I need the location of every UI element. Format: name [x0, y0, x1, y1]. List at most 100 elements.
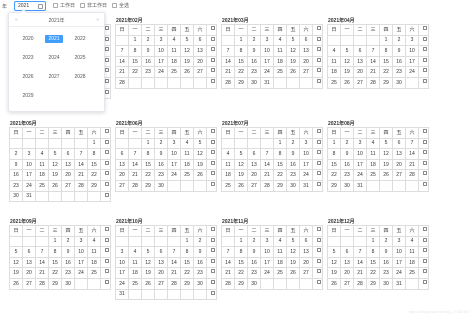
- day-cell[interactable]: 11: [168, 46, 181, 57]
- week-select-checkbox[interactable]: [317, 248, 321, 253]
- nonworkday-checkbox[interactable]: [80, 3, 85, 8]
- day-cell[interactable]: 22: [274, 170, 287, 181]
- week-select-checkbox[interactable]: [317, 36, 321, 41]
- workday-checkbox-group[interactable]: 工作日: [53, 2, 75, 9]
- week-select-checkbox[interactable]: [423, 47, 427, 52]
- day-cell[interactable]: 27: [354, 77, 367, 89]
- day-cell[interactable]: 14: [406, 149, 419, 160]
- day-cell[interactable]: 22: [181, 268, 194, 279]
- day-cell[interactable]: 24: [155, 67, 168, 78]
- selectall-checkbox[interactable]: [112, 3, 117, 8]
- day-cell[interactable]: 26: [380, 170, 393, 181]
- day-cell[interactable]: 4: [274, 35, 287, 47]
- day-cell[interactable]: 24: [406, 67, 419, 78]
- day-cell[interactable]: 26: [341, 77, 354, 89]
- day-cell[interactable]: 7: [406, 138, 419, 150]
- day-cell[interactable]: 2: [155, 138, 168, 150]
- week-select-checkbox[interactable]: [105, 160, 109, 165]
- day-cell[interactable]: 29: [274, 180, 287, 192]
- week-select-checkbox[interactable]: [105, 57, 109, 62]
- day-cell[interactable]: 9: [341, 149, 354, 160]
- day-cell[interactable]: 20: [300, 56, 313, 68]
- day-cell[interactable]: 12: [235, 159, 248, 171]
- day-cell[interactable]: 30: [248, 278, 261, 290]
- day-cell[interactable]: 11: [129, 257, 142, 269]
- day-cell[interactable]: 13: [300, 46, 313, 57]
- day-cell[interactable]: 23: [142, 67, 155, 78]
- day-cell[interactable]: 26: [328, 278, 341, 290]
- day-cell[interactable]: 25: [88, 268, 101, 279]
- day-cell[interactable]: 23: [155, 170, 168, 181]
- day-cell[interactable]: 26: [287, 268, 300, 279]
- week-select-checkbox[interactable]: [317, 160, 321, 165]
- day-cell[interactable]: 16: [248, 56, 261, 68]
- day-cell[interactable]: 8: [129, 46, 142, 57]
- day-cell[interactable]: 13: [248, 159, 261, 171]
- month-select-checkbox[interactable]: [423, 129, 427, 133]
- calendar-icon[interactable]: [38, 4, 43, 9]
- day-cell[interactable]: 11: [367, 149, 380, 160]
- day-cell[interactable]: 22: [88, 170, 101, 181]
- day-cell[interactable]: 9: [194, 247, 207, 258]
- year-option[interactable]: 2028: [71, 73, 89, 81]
- day-cell[interactable]: 12: [181, 46, 194, 57]
- week-select-checkbox[interactable]: [105, 258, 109, 263]
- day-cell[interactable]: 19: [142, 268, 155, 279]
- week-select-checkbox[interactable]: [317, 139, 321, 144]
- day-cell[interactable]: 22: [235, 268, 248, 279]
- day-cell[interactable]: 16: [194, 257, 207, 269]
- day-cell[interactable]: 15: [274, 159, 287, 171]
- week-select-checkbox[interactable]: [317, 78, 321, 83]
- day-cell[interactable]: 7: [168, 247, 181, 258]
- day-cell[interactable]: 5: [10, 247, 23, 258]
- day-cell[interactable]: 24: [393, 268, 406, 279]
- day-cell[interactable]: 8: [181, 247, 194, 258]
- day-cell[interactable]: 30: [287, 180, 300, 192]
- week-select-checkbox[interactable]: [105, 47, 109, 52]
- day-cell[interactable]: 14: [129, 159, 142, 171]
- day-cell[interactable]: 2: [194, 236, 207, 248]
- day-cell[interactable]: 23: [248, 268, 261, 279]
- day-cell[interactable]: 5: [235, 149, 248, 160]
- day-cell[interactable]: 24: [75, 268, 88, 279]
- week-select-checkbox[interactable]: [317, 150, 321, 155]
- day-cell[interactable]: 16: [142, 56, 155, 68]
- day-cell[interactable]: 23: [341, 170, 354, 181]
- day-cell[interactable]: 9: [142, 46, 155, 57]
- day-cell[interactable]: 1: [142, 138, 155, 150]
- day-cell[interactable]: 26: [142, 278, 155, 290]
- day-cell[interactable]: 25: [406, 268, 419, 279]
- day-cell[interactable]: 13: [354, 56, 367, 68]
- day-cell[interactable]: 24: [261, 268, 274, 279]
- day-cell[interactable]: 15: [235, 56, 248, 68]
- month-select-checkbox[interactable]: [317, 227, 321, 231]
- day-cell[interactable]: 17: [406, 56, 419, 68]
- day-cell[interactable]: 30: [341, 180, 354, 192]
- year-option[interactable]: 2023: [19, 54, 37, 62]
- day-cell[interactable]: 21: [116, 67, 129, 78]
- day-cell[interactable]: 25: [328, 77, 341, 89]
- week-select-checkbox[interactable]: [211, 258, 215, 263]
- day-cell[interactable]: 1: [274, 138, 287, 150]
- day-cell[interactable]: 18: [328, 67, 341, 78]
- month-select-checkbox[interactable]: [211, 129, 215, 133]
- day-cell[interactable]: 31: [354, 180, 367, 192]
- day-cell[interactable]: 19: [341, 67, 354, 78]
- day-cell[interactable]: 10: [116, 257, 129, 269]
- month-select-checkbox[interactable]: [423, 26, 427, 30]
- week-select-checkbox[interactable]: [211, 237, 215, 242]
- week-select-checkbox[interactable]: [423, 269, 427, 274]
- day-cell[interactable]: 11: [274, 46, 287, 57]
- month-select-checkbox[interactable]: [211, 227, 215, 231]
- day-cell[interactable]: 30: [62, 278, 75, 290]
- day-cell[interactable]: 3: [75, 236, 88, 248]
- day-cell[interactable]: 1: [181, 236, 194, 248]
- day-cell[interactable]: 8: [142, 149, 155, 160]
- day-cell[interactable]: 17: [261, 257, 274, 269]
- day-cell[interactable]: 9: [287, 149, 300, 160]
- day-cell[interactable]: 14: [75, 159, 88, 171]
- year-option[interactable]: 2027: [45, 73, 63, 81]
- day-cell[interactable]: 15: [129, 56, 142, 68]
- week-select-checkbox[interactable]: [105, 248, 109, 253]
- day-cell[interactable]: 23: [10, 180, 23, 192]
